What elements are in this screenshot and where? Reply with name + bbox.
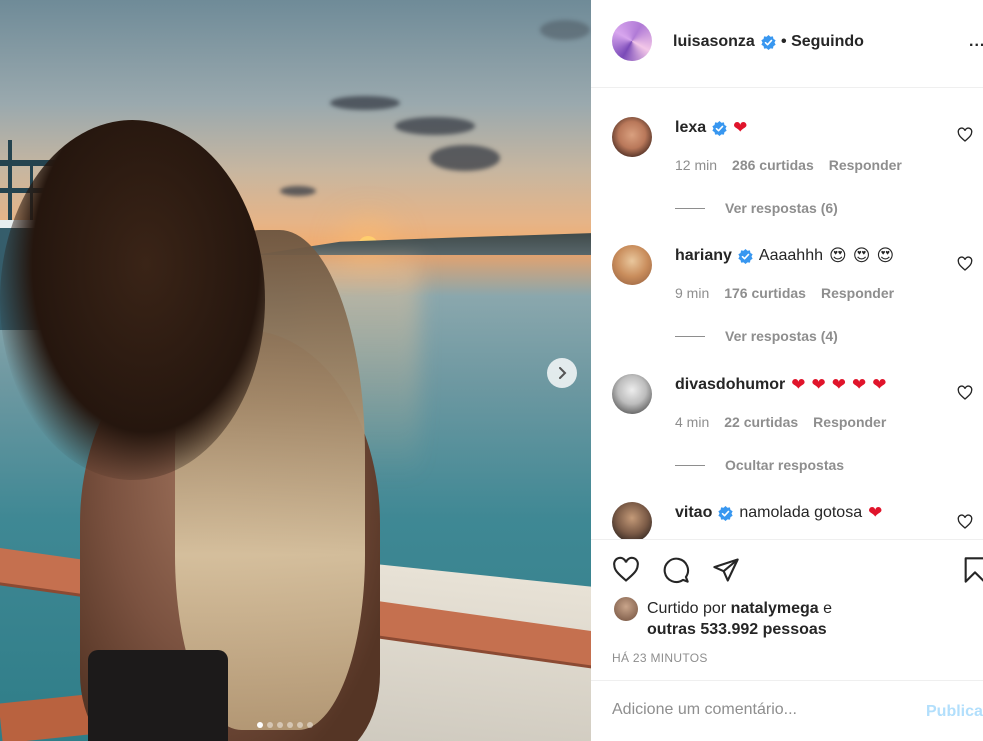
heart-icon[interactable] bbox=[612, 556, 640, 584]
carousel-dot bbox=[277, 722, 283, 728]
heart-emoji: ❤ bbox=[733, 117, 748, 138]
reply-button[interactable]: Responder bbox=[813, 414, 886, 430]
cloud bbox=[430, 145, 500, 171]
comment-time[interactable]: 12 min bbox=[675, 157, 717, 173]
chevron-right-icon bbox=[559, 367, 567, 379]
comment-likes[interactable]: 22 curtidas bbox=[724, 414, 798, 430]
comment-line: lexa ❤ bbox=[675, 119, 747, 137]
author-name[interactable]: luisasonza bbox=[673, 33, 776, 51]
follow-status[interactable]: • Seguindo bbox=[781, 33, 864, 51]
publish-button[interactable]: Publicar bbox=[926, 703, 983, 721]
replies-line bbox=[675, 335, 705, 337]
comment-meta: 12 min 286 curtidas Responder bbox=[675, 157, 902, 173]
verified-badge-icon bbox=[718, 505, 733, 521]
heart-icon[interactable] bbox=[957, 256, 973, 272]
cloud bbox=[330, 96, 400, 110]
likes-count-button[interactable]: outras 533.992 pessoas bbox=[647, 621, 827, 638]
commenter-username[interactable]: vitao bbox=[675, 504, 712, 522]
comment-text: Aaaahhh bbox=[758, 247, 823, 264]
comment-text: namolada gotosa bbox=[739, 504, 863, 521]
liker-username[interactable]: natalymega bbox=[731, 600, 819, 617]
reply-button[interactable]: Responder bbox=[829, 157, 902, 173]
likes-summary: Curtido por natalymega e outras 533.992 … bbox=[647, 598, 832, 640]
carousel-dot bbox=[287, 722, 293, 728]
comment-icon[interactable] bbox=[662, 556, 690, 584]
comment-likes[interactable]: 286 curtidas bbox=[732, 157, 814, 173]
commenter-username[interactable]: lexa bbox=[675, 119, 706, 137]
verified-badge-icon bbox=[761, 34, 776, 50]
hide-replies-button[interactable]: Ocultar respostas bbox=[675, 457, 844, 473]
carousel-dot bbox=[267, 722, 273, 728]
following-button[interactable]: Seguindo bbox=[791, 33, 864, 50]
view-replies-button[interactable]: Ver respostas (6) bbox=[675, 200, 838, 216]
comment-time[interactable]: 9 min bbox=[675, 285, 709, 301]
comment-meta: 4 min 22 curtidas Responder bbox=[675, 414, 886, 430]
share-icon[interactable] bbox=[712, 556, 740, 584]
likes-prefix: Curtido por bbox=[647, 600, 727, 617]
carousel-indicator bbox=[257, 722, 313, 728]
carousel-dot bbox=[307, 722, 313, 728]
heart-emoji: ❤ bbox=[811, 374, 826, 395]
comment-line: divasdohumor ❤ ❤ ❤ ❤ ❤ bbox=[675, 376, 886, 394]
carousel-dot bbox=[257, 722, 263, 728]
replies-line bbox=[675, 464, 705, 466]
commenter-username[interactable]: divasdohumor bbox=[675, 376, 785, 394]
heart-icon[interactable] bbox=[957, 514, 973, 530]
likes-conj: e bbox=[823, 600, 833, 617]
more-options-button[interactable]: ... bbox=[969, 33, 983, 51]
commenter-username[interactable]: hariany bbox=[675, 247, 732, 265]
replies-toggle-label[interactable]: Ver respostas (6) bbox=[725, 200, 838, 216]
comment-line: hariany Aaaahhh 😍 😍 😍 bbox=[675, 247, 894, 265]
commenter-avatar[interactable] bbox=[612, 502, 652, 539]
comment-likes[interactable]: 176 curtidas bbox=[724, 285, 806, 301]
heart-emoji: ❤ bbox=[872, 374, 887, 395]
heart-eyes-emoji: 😍 bbox=[828, 245, 847, 266]
cloud bbox=[395, 117, 475, 135]
heart-emoji: ❤ bbox=[831, 374, 846, 395]
comment-line: vitao namolada gotosa ❤ bbox=[675, 504, 882, 522]
carousel-next-button[interactable] bbox=[547, 358, 577, 388]
verified-badge-icon bbox=[738, 248, 753, 264]
post-timestamp[interactable]: HÁ 23 MINUTOS bbox=[612, 651, 708, 665]
liker-avatar[interactable] bbox=[614, 597, 638, 621]
comment-input[interactable] bbox=[612, 701, 912, 719]
heart-emoji: ❤ bbox=[851, 374, 867, 395]
add-comment-bar: Publicar bbox=[591, 680, 983, 741]
bookmark-icon[interactable] bbox=[961, 556, 983, 584]
commenter-avatar[interactable] bbox=[612, 245, 652, 285]
reply-button[interactable]: Responder bbox=[821, 285, 894, 301]
heart-eyes-emoji: 😍 bbox=[876, 245, 895, 266]
replies-line bbox=[675, 207, 705, 209]
comment-time[interactable]: 4 min bbox=[675, 414, 709, 430]
heart-emoji: ❤ bbox=[791, 374, 806, 395]
commenter-avatar[interactable] bbox=[612, 117, 652, 157]
view-replies-button[interactable]: Ver respostas (4) bbox=[675, 328, 838, 344]
verified-badge-icon bbox=[712, 120, 727, 136]
commenter-avatar[interactable] bbox=[612, 374, 652, 414]
author-username[interactable]: luisasonza bbox=[673, 33, 755, 51]
cloud bbox=[540, 20, 590, 40]
post-header: luisasonza • Seguindo ... bbox=[591, 0, 983, 88]
separator: • bbox=[781, 33, 787, 50]
post-side-panel: luisasonza • Seguindo ... lexa ❤ 12 min … bbox=[591, 0, 983, 741]
author-avatar[interactable] bbox=[612, 21, 652, 61]
liked-by-avatars bbox=[614, 597, 638, 621]
curly-hair bbox=[0, 120, 265, 480]
comment-meta: 9 min 176 curtidas Responder bbox=[675, 285, 894, 301]
cloud bbox=[280, 186, 316, 196]
replies-toggle-label[interactable]: Ver respostas (4) bbox=[725, 328, 838, 344]
shorts bbox=[88, 650, 228, 741]
heart-icon[interactable] bbox=[957, 127, 973, 143]
heart-emoji: ❤ bbox=[868, 502, 883, 523]
post-photo[interactable] bbox=[0, 0, 591, 741]
comments-list[interactable]: lexa ❤ 12 min 286 curtidas Responder Ver… bbox=[591, 89, 983, 539]
heart-icon[interactable] bbox=[957, 385, 973, 401]
replies-toggle-label[interactable]: Ocultar respostas bbox=[725, 457, 844, 473]
heart-eyes-emoji: 😍 bbox=[852, 245, 871, 266]
carousel-dot bbox=[297, 722, 303, 728]
